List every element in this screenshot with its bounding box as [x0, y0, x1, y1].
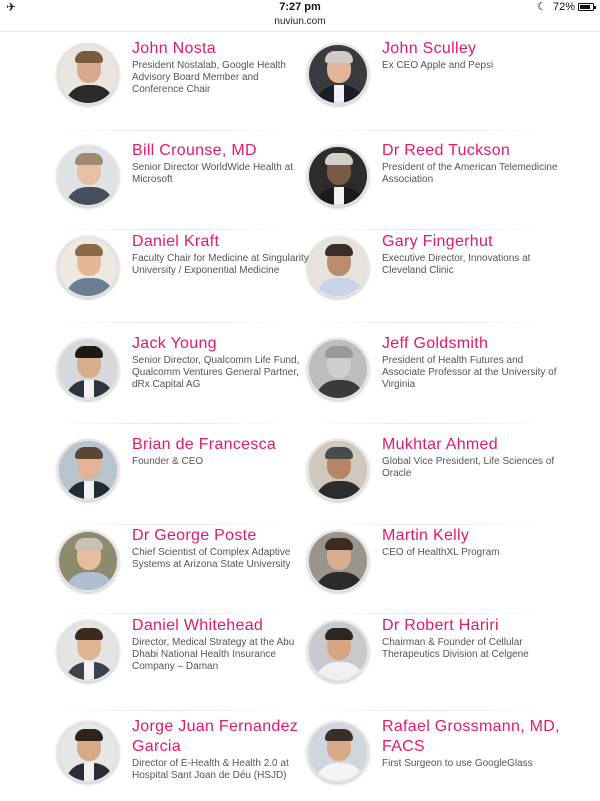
speaker-card[interactable]: Dr Robert Hariri Chairman & Founder of C…	[307, 617, 567, 700]
speaker-name[interactable]: John Sculley	[382, 39, 572, 59]
divider	[312, 423, 542, 424]
battery-icon	[578, 3, 596, 11]
speaker-photo	[57, 439, 119, 501]
speaker-title: Senior Director, Qualcomm Life Fund, Qua…	[132, 355, 300, 390]
speaker-title: President of Health Futures and Associat…	[382, 355, 557, 390]
speaker-photo	[57, 338, 119, 400]
speaker-card[interactable]: Brian de Francesca Founder & CEO	[57, 436, 317, 519]
divider	[312, 229, 542, 230]
speaker-card[interactable]: Mukhtar Ahmed Global Vice President, Lif…	[307, 436, 567, 519]
divider	[55, 130, 285, 131]
speaker-title: Director, Medical Strategy at the Abu Dh…	[132, 637, 295, 672]
speaker-photo	[57, 236, 119, 298]
speaker-card[interactable]: Jorge Juan Fernandez Garcia Director of …	[57, 718, 317, 801]
speaker-photo	[307, 620, 369, 682]
speaker-title: Faculty Chair for Medicine at Singularit…	[132, 253, 309, 276]
speaker-title: Ex CEO Apple and Pepsi	[382, 60, 494, 71]
moon-icon: ☾	[537, 1, 547, 13]
speaker-photo	[307, 43, 369, 105]
speaker-name[interactable]: Daniel Whitehead	[132, 616, 322, 636]
divider	[312, 710, 542, 711]
divider	[55, 423, 285, 424]
speaker-card[interactable]: Gary Fingerhut Executive Director, Innov…	[307, 233, 567, 316]
speaker-name[interactable]: Rafael Grossmann, MD, FACS	[382, 717, 572, 757]
speaker-title: Founder & CEO	[132, 456, 204, 467]
speaker-title: President of the American Telemedicine A…	[382, 162, 558, 185]
speaker-title: Executive Director, Innovations at Cleve…	[382, 253, 531, 276]
divider	[312, 524, 542, 525]
speaker-card[interactable]: Martin Kelly CEO of HealthXL Program	[307, 527, 567, 610]
speaker-photo	[57, 43, 119, 105]
speaker-name[interactable]: Dr Robert Hariri	[382, 616, 572, 636]
speaker-name[interactable]: Jack Young	[132, 334, 322, 354]
speaker-name[interactable]: Bill Crounse, MD	[132, 141, 322, 161]
url-text: nuviun.com	[274, 16, 326, 27]
divider	[312, 613, 542, 614]
speaker-photo	[57, 620, 119, 682]
speaker-card[interactable]: John Sculley Ex CEO Apple and Pepsi	[307, 40, 567, 123]
speaker-name[interactable]: Mukhtar Ahmed	[382, 435, 572, 455]
speaker-card[interactable]: Rafael Grossmann, MD, FACS First Surgeon…	[307, 718, 567, 801]
divider	[312, 130, 542, 131]
divider	[55, 322, 285, 323]
address-bar[interactable]: nuviun.com	[0, 14, 600, 32]
speaker-photo	[307, 338, 369, 400]
speaker-name[interactable]: John Nosta	[132, 39, 322, 59]
speaker-name[interactable]: Daniel Kraft	[132, 232, 322, 252]
divider	[55, 710, 285, 711]
speaker-card[interactable]: Dr George Poste Chief Scientist of Compl…	[57, 527, 317, 610]
divider	[55, 229, 285, 230]
speaker-photo	[307, 236, 369, 298]
speaker-title: First Surgeon to use GoogleGlass	[382, 758, 533, 769]
speaker-photo	[57, 530, 119, 592]
speaker-photo	[57, 145, 119, 207]
speaker-card[interactable]: Jeff Goldsmith President of Health Futur…	[307, 335, 567, 418]
speaker-card[interactable]: Dr Reed Tuckson President of the America…	[307, 142, 567, 225]
speaker-card[interactable]: John Nosta President Nostalab, Google He…	[57, 40, 317, 123]
speaker-card[interactable]: Jack Young Senior Director, Qualcomm Lif…	[57, 335, 317, 418]
speaker-list: John Nosta President Nostalab, Google He…	[0, 33, 600, 800]
divider	[55, 524, 285, 525]
speaker-title: President Nostalab, Google Health Adviso…	[132, 60, 286, 95]
speaker-name[interactable]: Martin Kelly	[382, 526, 572, 546]
speaker-photo	[57, 721, 119, 783]
divider	[312, 322, 542, 323]
speaker-photo	[307, 721, 369, 783]
speaker-photo	[307, 145, 369, 207]
status-bar: ✈ 7:27 pm ☾ 72%	[0, 0, 600, 14]
speaker-card[interactable]: Daniel Whitehead Director, Medical Strat…	[57, 617, 317, 700]
speaker-card[interactable]: Daniel Kraft Faculty Chair for Medicine …	[57, 233, 317, 316]
speaker-title: CEO of HealthXL Program	[382, 547, 500, 558]
speaker-name[interactable]: Dr Reed Tuckson	[382, 141, 572, 161]
speaker-title: Director of E-Health & Health 2.0 at Hos…	[132, 758, 289, 781]
speaker-title: Senior Director WorldWide Health at Micr…	[132, 162, 293, 185]
speaker-name[interactable]: Jeff Goldsmith	[382, 334, 572, 354]
speaker-name[interactable]: Jorge Juan Fernandez Garcia	[132, 717, 322, 757]
speaker-title: Global Vice President, Life Sciences of …	[382, 456, 555, 479]
battery-percentage: 72%	[553, 1, 576, 13]
divider	[55, 613, 285, 614]
speaker-photo	[307, 439, 369, 501]
speaker-name[interactable]: Brian de Francesca	[132, 435, 322, 455]
speaker-card[interactable]: Bill Crounse, MD Senior Director WorldWi…	[57, 142, 317, 225]
speaker-title: Chairman & Founder of Cellular Therapeut…	[382, 637, 529, 660]
speaker-title: Chief Scientist of Complex Adaptive Syst…	[132, 547, 291, 570]
status-time: 7:27 pm	[279, 1, 321, 13]
speaker-name[interactable]: Gary Fingerhut	[382, 232, 572, 252]
speaker-photo	[307, 530, 369, 592]
speaker-name[interactable]: Dr George Poste	[132, 526, 322, 546]
